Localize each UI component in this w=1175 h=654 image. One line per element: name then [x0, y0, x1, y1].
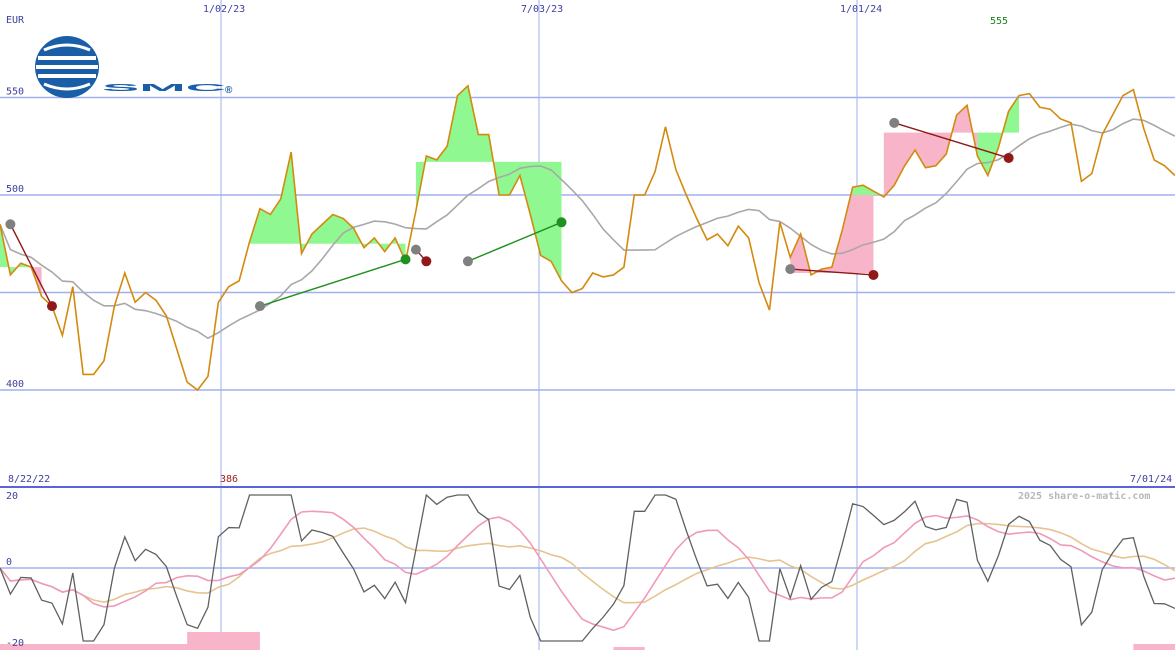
moving-average-line [0, 118, 1175, 340]
signal-entry-3 [462, 256, 473, 267]
stock-chart: 400 500 550 1/02/23 7/03/23 1/01/24 -20 0 20 EUR… [0, 0, 1175, 650]
signal-exit-0 [46, 301, 57, 312]
signal-line-1 [259, 258, 406, 307]
signal-line-0 [9, 223, 53, 307]
osc-tan-line [0, 522, 1175, 604]
smc-logo-registered: ® [225, 85, 233, 96]
x-tick-label-1: 7/03/23 [521, 4, 563, 15]
start-date-label: 8/22/22 [8, 474, 50, 485]
signal-exit-5 [1003, 152, 1014, 163]
x-tick-label-0: 1/02/23 [203, 4, 245, 15]
smc-logo: SMC ® [35, 36, 233, 98]
signal-exit-3 [556, 217, 567, 228]
signal-entry-2 [410, 244, 421, 255]
smc-logo-mark [35, 36, 99, 98]
osc-y-tick-label-1: 0 [6, 557, 12, 568]
signal-exit-2 [421, 256, 432, 267]
fill-down-2 [883, 105, 978, 197]
signal-entry-4 [785, 264, 796, 275]
osc-y-tick-label-2: 20 [6, 491, 18, 502]
signal-exit-4 [868, 269, 879, 280]
osc-pink-line [0, 510, 1175, 632]
x-tick-label-2: 1/01/24 [840, 4, 882, 15]
currency-label: EUR [6, 15, 25, 26]
osc-y-tick-label-0: -20 [6, 638, 24, 649]
tick-labels: 400 500 550 1/02/23 7/03/23 1/01/24 -20 0 20 [6, 4, 882, 649]
signal-exit-1 [400, 254, 411, 265]
fill-down-1 [790, 185, 874, 275]
signal-fills [0, 85, 1020, 297]
price-path [0, 84, 1175, 392]
signal-entry-0 [5, 219, 16, 230]
price-line [0, 84, 1175, 392]
smc-logo-text: SMC [102, 83, 226, 94]
signal-entry-1 [254, 301, 265, 312]
chart-svg: 400 500 550 1/02/23 7/03/23 1/01/24 -20 0 20 EUR… [0, 0, 1175, 650]
end-date-label: 7/01/24 [1130, 474, 1172, 485]
y-tick-label-550: 550 [6, 87, 24, 98]
y-tick-label-400: 400 [6, 379, 24, 390]
osc-bar-3 [1133, 644, 1175, 650]
min-label: 386 [220, 474, 238, 485]
fill-up-1 [249, 152, 406, 262]
y-tick-label-500: 500 [6, 184, 24, 195]
osc-bar-1 [187, 632, 260, 650]
copyright-label: 2025 share-o-matic.com [1018, 490, 1150, 502]
max-label: 555 [990, 16, 1008, 27]
avg-path [0, 118, 1175, 340]
signal-entry-5 [889, 117, 900, 128]
